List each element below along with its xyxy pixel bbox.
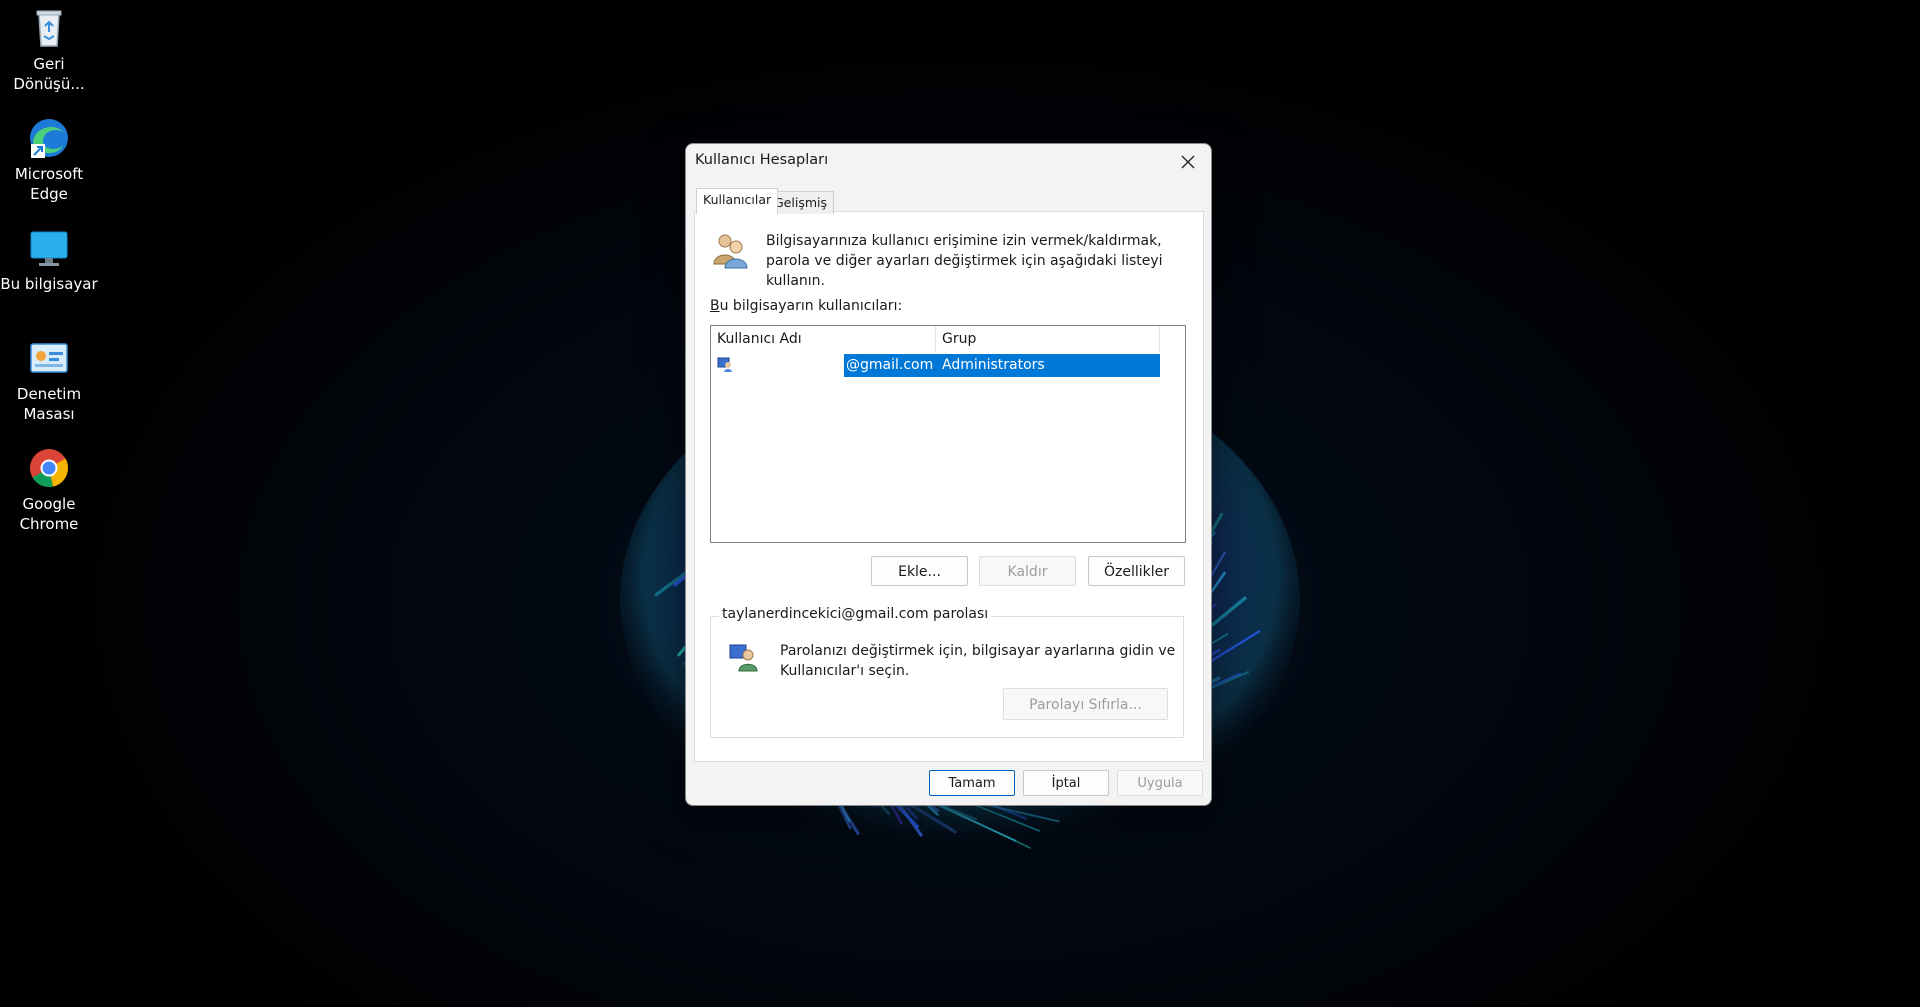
row-username: @gmail.com [846, 357, 934, 373]
tab-users[interactable]: Kullanıcılar [696, 188, 779, 214]
close-button[interactable] [1173, 149, 1203, 175]
users-list[interactable]: Kullanıcı Adı Grup @gmail.com Administra… [710, 325, 1186, 543]
desktop-icon-google-chrome[interactable]: Google Chrome [0, 446, 98, 534]
desktop-icon-label: Denetim Masası [16, 385, 82, 423]
users-label-text: u bilgisayarın kullanıcıları: [719, 298, 903, 314]
close-icon [1181, 155, 1195, 169]
password-groupbox: taylanerdincekici@gmail.com parolası Par… [710, 606, 1184, 738]
users-label-mnemonic: B [710, 298, 720, 314]
add-button[interactable]: Ekle... [871, 556, 968, 586]
dialog-title: Kullanıcı Hesapları [695, 152, 829, 168]
control-panel-icon [27, 336, 71, 380]
chrome-icon [27, 446, 71, 490]
apply-button[interactable]: Uygula [1117, 770, 1203, 796]
properties-button[interactable]: Özellikler [1088, 556, 1185, 586]
desktop-icon-label: Bu bilgisayar [0, 275, 98, 293]
password-instruction-text: Parolanızı değiştirmek için, bilgisayar … [780, 643, 1176, 679]
desktop-icon-label: Geri Dönüşü... [13, 55, 85, 93]
desktop-icon-recycle-bin[interactable]: Geri Dönüşü... [0, 6, 98, 94]
cancel-button[interactable]: İptal [1023, 770, 1109, 796]
desktop-icon-control-panel[interactable]: Denetim Masası [0, 336, 98, 424]
ok-button[interactable]: Tamam [929, 770, 1015, 796]
desktop-icon-label: Google Chrome [19, 495, 79, 533]
password-group-title: taylanerdincekici@gmail.com parolası [719, 606, 992, 622]
intro-text: Bilgisayarınıza kullanıcı erişimine izin… [766, 233, 1163, 289]
row-group: Administrators [942, 357, 1045, 373]
desktop-icon-this-pc[interactable]: Bu bilgisayar [0, 226, 98, 294]
table-row[interactable]: @gmail.com Administrators [711, 353, 1160, 377]
remove-button[interactable]: Kaldır [979, 556, 1076, 586]
user-accounts-dialog: Kullanıcı Hesapları Kullanıcılar Gelişmi… [685, 143, 1212, 806]
monitor-icon [27, 226, 71, 270]
recycle-bin-icon [27, 6, 71, 50]
desktop-icon-microsoft-edge[interactable]: Microsoft Edge [0, 116, 98, 204]
users-list-label: Bu bilgisayarın kullanıcıları: [710, 298, 902, 314]
user-icon [717, 356, 733, 372]
column-header-username[interactable]: Kullanıcı Adı [711, 326, 936, 352]
desktop: Geri Dönüşü... Microsoft Edge Bu bilgisa… [0, 0, 1920, 1007]
desktop-icon-label: Microsoft Edge [14, 165, 84, 203]
column-header-group[interactable]: Grup [936, 326, 1160, 352]
reset-password-button[interactable]: Parolayı Sıfırla... [1003, 688, 1168, 720]
user-key-icon [728, 641, 760, 673]
users-icon [710, 230, 750, 270]
edge-icon [27, 116, 71, 160]
